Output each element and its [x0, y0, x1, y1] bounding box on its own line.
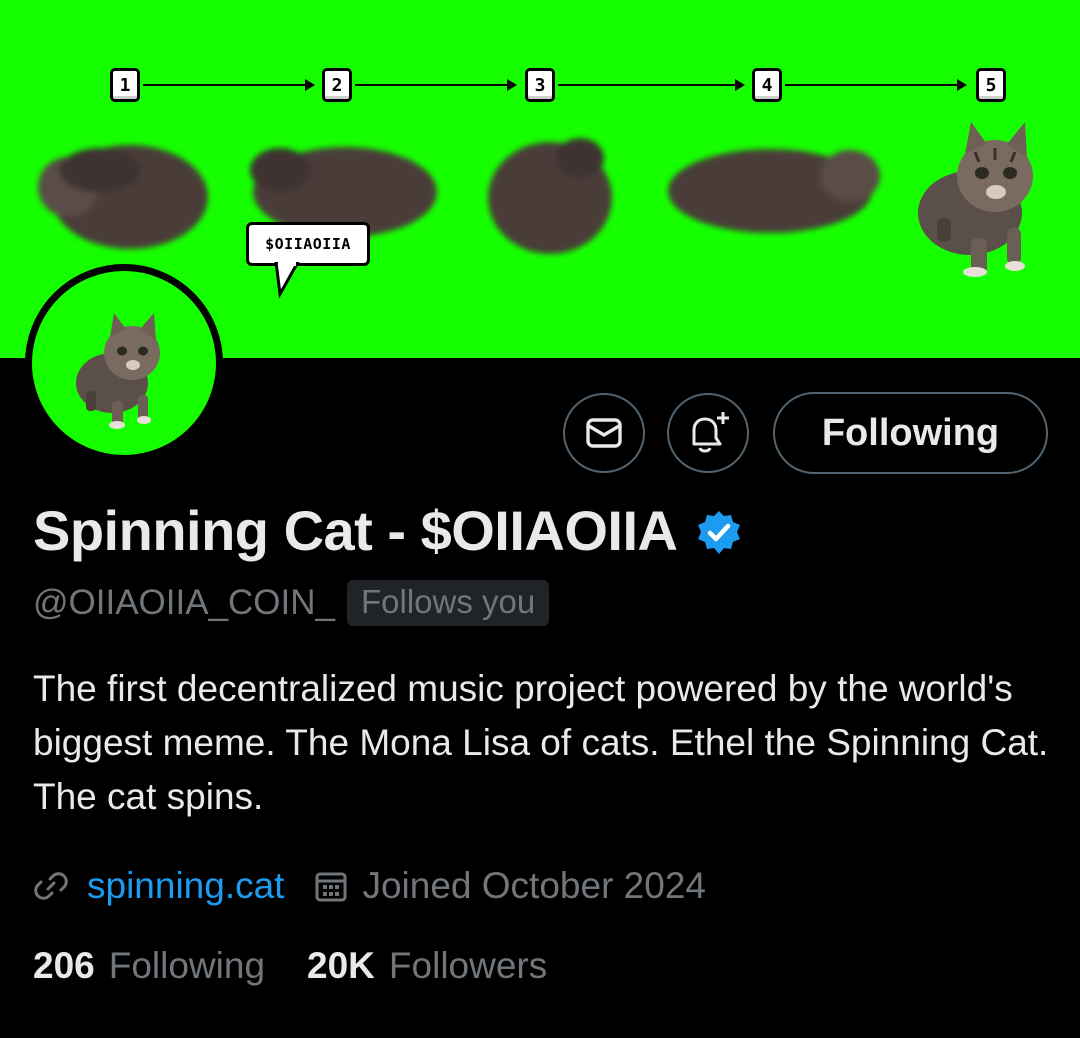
notifications-button[interactable] [667, 393, 749, 473]
calendar-icon [315, 872, 347, 902]
envelope-icon [586, 418, 622, 448]
blurred-cat-image [668, 149, 880, 233]
name-row: Spinning Cat - $OIIAOIIA [33, 498, 743, 563]
step-arrow [143, 79, 315, 91]
following-count: 206 [33, 945, 95, 986]
followers-label: Followers [388, 945, 548, 986]
avatar[interactable] [25, 264, 223, 462]
step-1-box: 1 [110, 68, 140, 102]
step-sequence: 1 2 3 4 5 [0, 0, 1080, 120]
step-3-box: 3 [525, 68, 555, 102]
profile-meta: spinning.cat Joined October 2024 [33, 860, 706, 912]
following-label: Following [108, 945, 266, 986]
website-link[interactable]: spinning.cat [87, 865, 284, 907]
handle-row: @OIIAOIIA_COIN_ Follows you [33, 580, 550, 626]
step-arrow [785, 79, 967, 91]
followers-count: 20K [307, 945, 375, 986]
blurred-cat-image [38, 145, 208, 249]
joined-date: Joined October 2024 [362, 865, 706, 906]
following-button[interactable]: Following [773, 392, 1048, 474]
follows-you-badge: Follows you [347, 580, 550, 626]
followers-stat[interactable]: 20K Followers [307, 945, 547, 987]
speech-bubble-tail [274, 262, 300, 298]
following-stat[interactable]: 206 Following [33, 945, 265, 987]
link-icon [34, 872, 68, 900]
step-2-box: 2 [322, 68, 352, 102]
message-button[interactable] [563, 393, 645, 473]
step-arrow [558, 79, 745, 91]
verified-badge-icon[interactable] [695, 509, 743, 557]
profile-bio: The first decentralized music project po… [33, 668, 1049, 817]
follow-stats: 206 Following 20K Followers [33, 945, 547, 987]
user-handle: @OIIAOIIA_COIN_ [33, 583, 335, 622]
speech-bubble: $OIIAOIIA [246, 222, 370, 266]
cat-image [918, 122, 1033, 277]
step-4-box: 4 [752, 68, 782, 102]
display-name: Spinning Cat - $OIIAOIIA [33, 499, 678, 562]
blurred-cat-image [488, 138, 612, 254]
cat-avatar-image [76, 313, 160, 429]
step-5-box: 5 [976, 68, 1006, 102]
bell-plus-icon [692, 412, 729, 453]
step-arrow [355, 79, 517, 91]
